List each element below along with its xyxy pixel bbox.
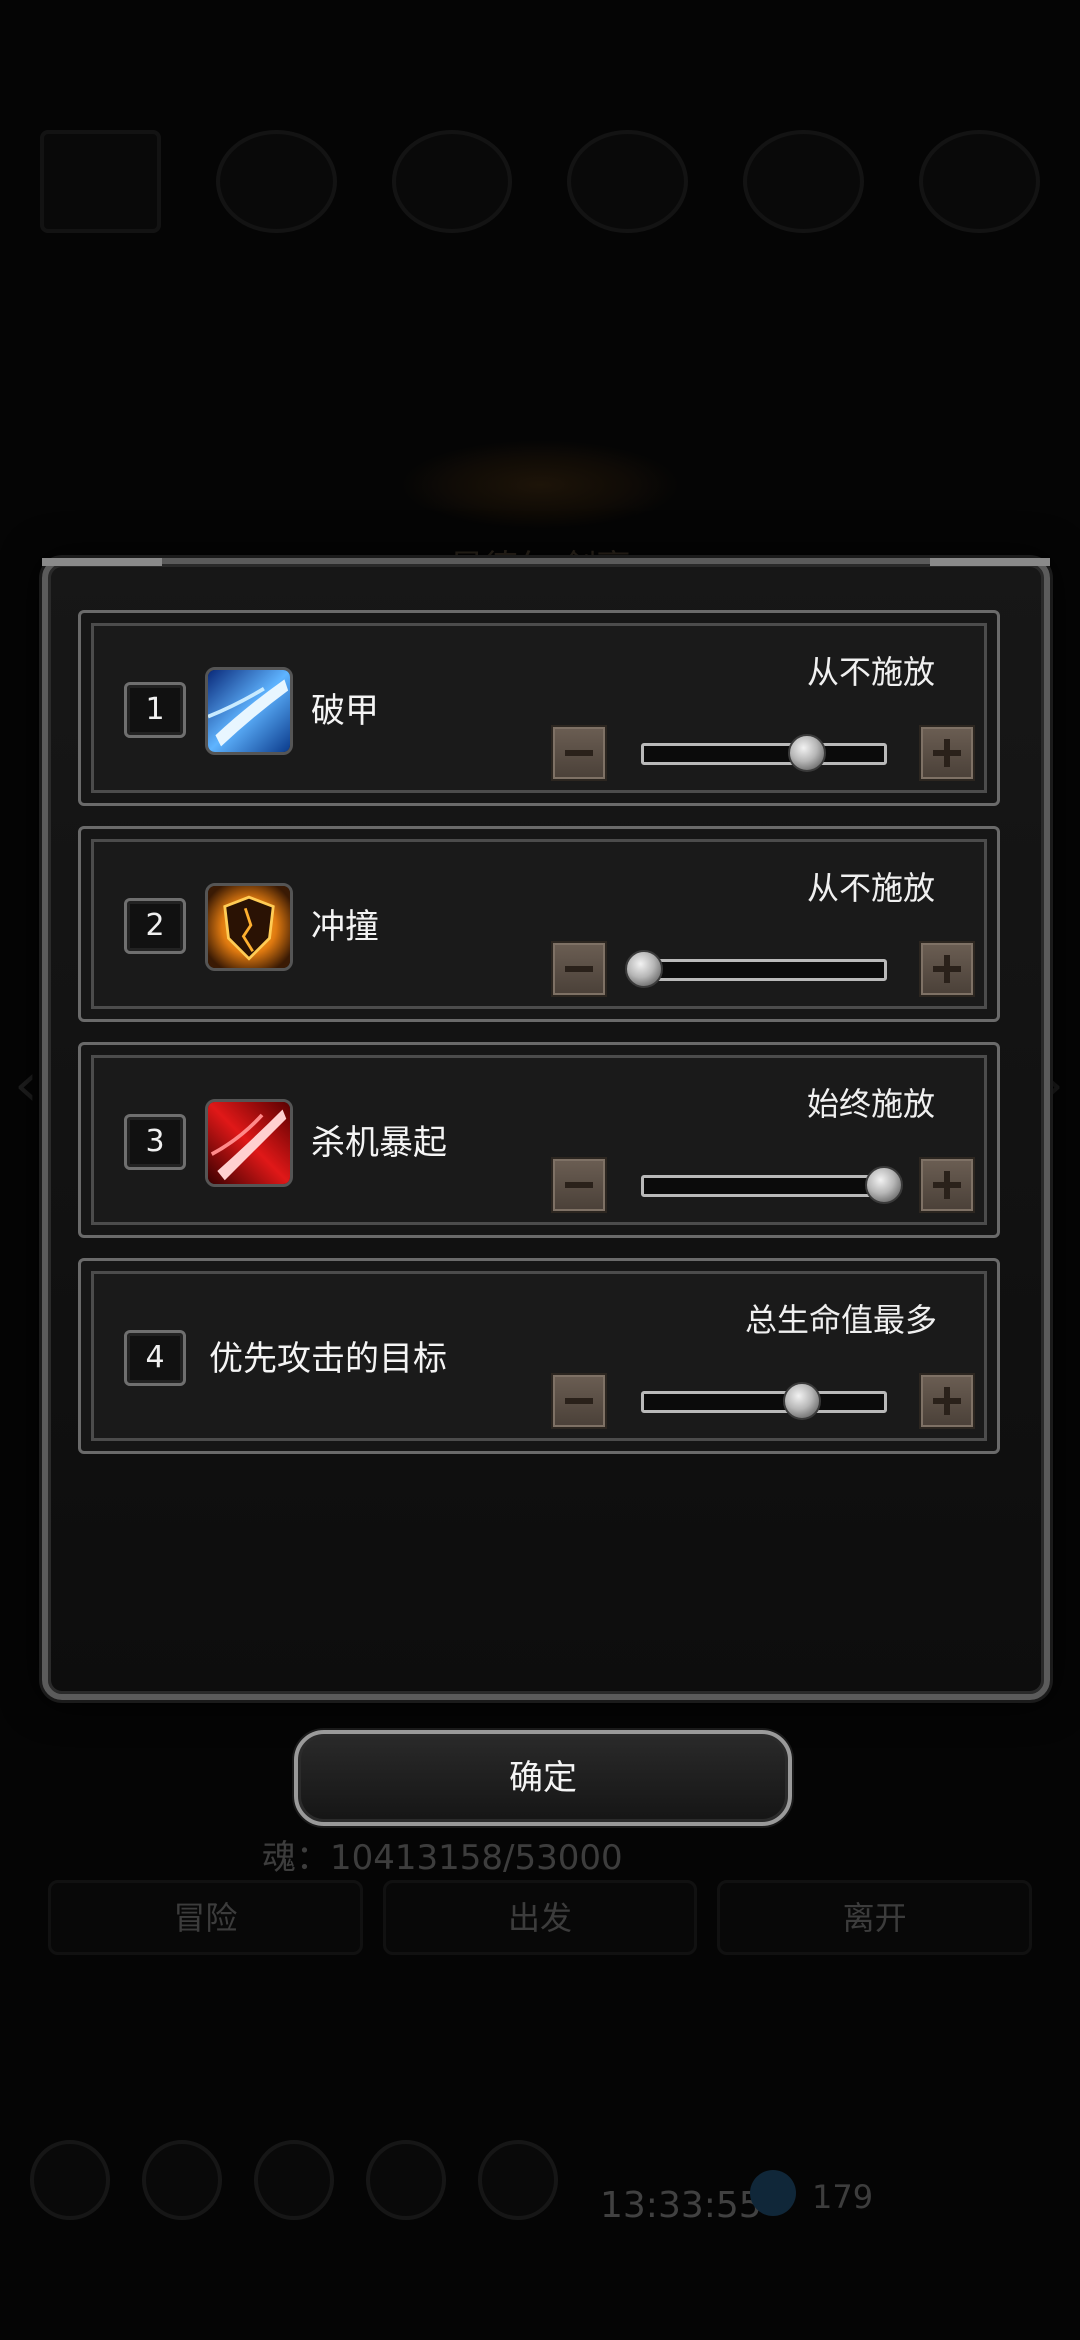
decrease-button[interactable] [551, 725, 607, 781]
decrease-button[interactable] [551, 1373, 607, 1429]
skill-name: 破甲 [311, 691, 379, 731]
nav-icon [142, 2140, 222, 2220]
nav-icon [478, 2140, 558, 2220]
hero-slot [40, 130, 161, 233]
tab-adventure: 冒险 [48, 1880, 363, 1955]
skill-row: 2 冲撞 从不施放 [78, 826, 1000, 1022]
emblem-icon [400, 440, 680, 530]
slider-knob[interactable] [783, 1382, 822, 1420]
killing-intent-skill-icon [205, 1099, 293, 1187]
hero-slot [215, 130, 337, 233]
armor-break-skill-icon [205, 667, 293, 755]
skill-index: 1 [124, 682, 186, 738]
tab-leave: 离开 [717, 1880, 1033, 1955]
clock: 13:33:55 [600, 2185, 762, 2226]
skill-index: 3 [124, 1114, 186, 1170]
increase-button[interactable] [919, 941, 975, 997]
hero-slot-bar [40, 130, 1040, 233]
cast-mode-slider[interactable] [641, 1166, 903, 1204]
cast-mode-label: 始终施放 [806, 1085, 935, 1123]
hero-slot [743, 130, 865, 233]
cast-mode-label: 从不施放 [806, 653, 935, 691]
soul-counter: 魂：10413158/53000 [262, 1838, 623, 1878]
charge-shield-skill-icon [205, 883, 293, 971]
skill-row: 3 杀机暴起 始终施放 [78, 1042, 1000, 1238]
decrease-button[interactable] [551, 1157, 607, 1213]
gem-count: 179 [812, 2178, 874, 2216]
hero-slot [391, 130, 513, 233]
nav-icon [366, 2140, 446, 2220]
skill-name: 杀机暴起 [311, 1123, 447, 1163]
confirm-button[interactable]: 确定 [294, 1730, 792, 1826]
decrease-button[interactable] [551, 941, 607, 997]
skill-name: 冲撞 [311, 907, 379, 947]
bottom-nav [30, 2140, 558, 2220]
nav-icon [30, 2140, 110, 2220]
skill-row: 1 破甲 从不施放 [78, 610, 1000, 806]
slider-knob[interactable] [865, 1166, 903, 1204]
hero-slot [567, 130, 689, 233]
target-mode-slider[interactable] [641, 1382, 887, 1420]
cast-mode-slider[interactable] [641, 734, 887, 772]
cast-mode-slider[interactable] [625, 950, 887, 988]
cast-mode-label: 从不施放 [806, 869, 935, 907]
tab-depart: 出发 [382, 1880, 698, 1955]
left-arrow-icon: ‹ [14, 1050, 38, 1120]
target-priority-label: 优先攻击的目标 [209, 1339, 447, 1379]
background-tabs: 冒险 出发 离开 [48, 1880, 1033, 1955]
skill-list: 1 破甲 从不施放 2 冲撞 从不施放 3 杀机暴起 始终施放 4 优先攻击的目… [78, 610, 1000, 1474]
skill-index: 2 [124, 898, 186, 954]
increase-button[interactable] [919, 1373, 975, 1429]
nav-icon [254, 2140, 334, 2220]
skill-index: 4 [124, 1330, 186, 1386]
hero-slot [919, 130, 1040, 233]
gem-icon [750, 2170, 796, 2216]
slider-knob[interactable] [625, 950, 663, 988]
target-mode-label: 总生命值最多 [744, 1301, 937, 1339]
slider-knob[interactable] [788, 734, 827, 772]
target-priority-row: 4 优先攻击的目标 总生命值最多 [78, 1258, 1000, 1454]
increase-button[interactable] [919, 725, 975, 781]
increase-button[interactable] [919, 1157, 975, 1213]
